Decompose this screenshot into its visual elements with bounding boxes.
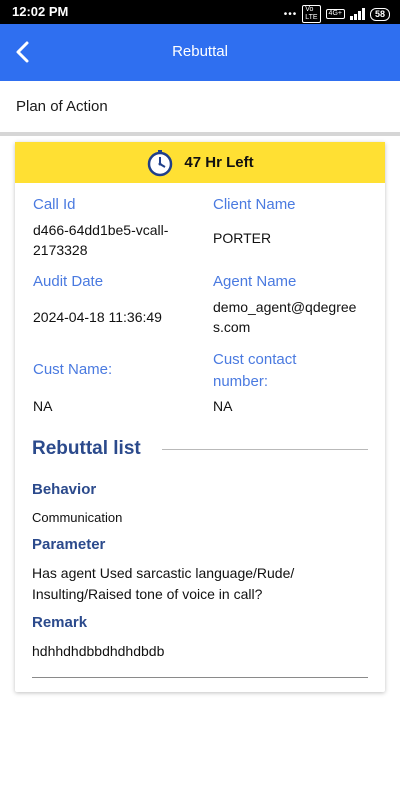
call-id-label: Call Id xyxy=(33,196,76,213)
cust-name-label: Cust Name: xyxy=(33,361,113,378)
parameter-value: Has agent Used sarcastic language/Rude/ … xyxy=(32,565,295,602)
heading-divider xyxy=(162,449,368,450)
audit-date-label: Audit Date xyxy=(33,273,104,290)
agent-name-label: Agent Name xyxy=(213,273,297,290)
cust-contact-value: NA xyxy=(213,398,233,414)
cust-name-value: NA xyxy=(33,398,53,414)
bottom-divider xyxy=(32,677,368,678)
parameter-label: Parameter xyxy=(32,536,106,553)
app-bar: Rebuttal xyxy=(0,24,400,81)
status-icons: ••• Vo LTE 4G+ 58 xyxy=(284,5,390,23)
volte-icon: Vo LTE xyxy=(302,5,321,23)
client-name-label: Client Name xyxy=(213,196,296,213)
network-type-icon: 4G+ xyxy=(325,9,345,19)
remark-label: Remark xyxy=(32,614,88,631)
behavior-value: Communication xyxy=(32,510,123,525)
rebuttal-list-heading: Rebuttal list xyxy=(32,438,141,459)
clock-icon xyxy=(148,149,173,176)
client-name-value: PORTER xyxy=(213,230,272,246)
agent-name-value: demo_agent@qdegrees.com xyxy=(213,299,357,335)
time-left-text: 47 Hr Left xyxy=(184,154,254,171)
status-time: 12:02 PM xyxy=(12,4,69,19)
section-title: Plan of Action xyxy=(16,98,108,115)
timer-banner: 47 Hr Left xyxy=(15,142,385,183)
remark-value: hdhhdhdbbdhdhdbdb xyxy=(32,643,165,659)
battery-icon: 58 xyxy=(369,7,390,21)
section-divider xyxy=(0,132,400,136)
status-bar: 12:02 PM ••• Vo LTE 4G+ 58 xyxy=(0,0,400,24)
call-id-value: d466-64dd1be5-vcall-2173328 xyxy=(33,222,169,258)
signal-icon xyxy=(349,8,365,20)
behavior-label: Behavior xyxy=(32,481,97,498)
rebuttal-card: 47 Hr Left Call Id d466-64dd1be5-vcall-2… xyxy=(15,142,385,692)
page-title: Rebuttal xyxy=(172,43,228,60)
more-notifications-icon: ••• xyxy=(283,8,298,20)
cust-contact-label: Cust contact number: xyxy=(213,351,297,390)
audit-date-value: 2024-04-18 11:36:49 xyxy=(33,309,162,325)
